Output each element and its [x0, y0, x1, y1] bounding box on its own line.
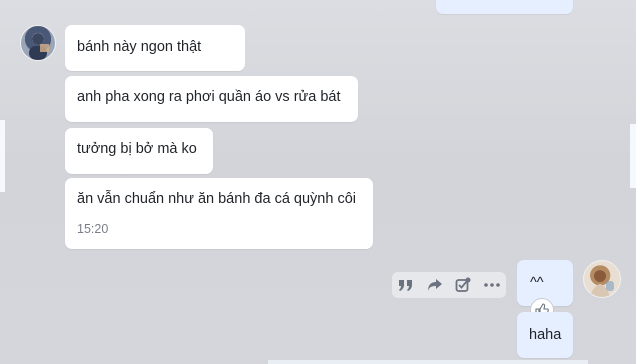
right-edge	[630, 124, 636, 188]
message-actions-toolbar	[392, 272, 506, 298]
message-text: anh pha xong ra phơi quần áo vs rửa bát	[77, 89, 341, 105]
sender-avatar[interactable]	[20, 25, 56, 61]
forward-icon[interactable]	[424, 274, 446, 296]
message-bubble-2[interactable]: anh pha xong ra phơi quần áo vs rửa bát	[65, 76, 358, 122]
task-icon[interactable]	[452, 274, 474, 296]
message-bubble-4[interactable]: ăn vẫn chuẩn như ăn bánh đa cá quỳnh côi…	[65, 178, 373, 249]
message-text: haha	[529, 327, 562, 343]
message-text: ^^	[530, 275, 544, 291]
message-text: tưởng bị bở mà ko	[77, 141, 197, 157]
quote-icon[interactable]	[395, 274, 417, 296]
bottom-edge	[268, 360, 588, 364]
previous-message-bubble[interactable]	[436, 0, 573, 14]
sent-message-bubble-2[interactable]: haha	[517, 312, 573, 358]
chat-area[interactable]: bánh này ngon thật anh pha xong ra phơi …	[0, 0, 636, 364]
person-icon	[29, 33, 49, 60]
message-timestamp: 15:20	[77, 222, 109, 236]
message-text: ăn vẫn chuẩn như ăn bánh đa cá quỳnh côi	[77, 191, 356, 207]
message-text: bánh này ngon thật	[77, 39, 202, 55]
message-bubble-1[interactable]: bánh này ngon thật	[65, 25, 245, 71]
message-bubble-3[interactable]: tưởng bị bở mà ko	[65, 128, 213, 174]
person-icon	[590, 270, 614, 297]
more-icon[interactable]	[481, 274, 503, 296]
my-avatar[interactable]	[583, 260, 621, 298]
left-edge	[0, 120, 5, 192]
